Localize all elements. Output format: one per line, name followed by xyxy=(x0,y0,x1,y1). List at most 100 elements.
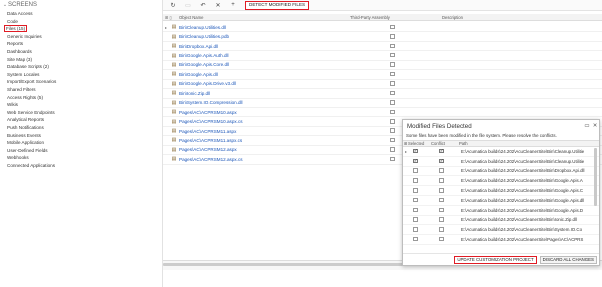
third-party-checkbox[interactable] xyxy=(390,71,395,77)
sidebar-item[interactable]: Web Service Endpoints xyxy=(0,109,162,117)
col-selected[interactable]: Selected xyxy=(408,141,431,146)
object-name-link[interactable]: Bin\System.IO.Compression.dll xyxy=(179,100,350,105)
table-row[interactable]: E:\Acumatica builds\24.202\AcuCleanerSit… xyxy=(403,216,599,226)
table-row[interactable]: ▤ Bin\Google.Apis.Drive.v3.dll xyxy=(163,80,602,90)
third-party-checkbox[interactable] xyxy=(390,100,395,105)
table-row[interactable]: E:\Acumatica builds\24.202\AcuCleanerSit… xyxy=(403,167,599,177)
conflict-checkbox[interactable] xyxy=(439,236,444,242)
sidebar-item[interactable]: Import/Export Scenarios xyxy=(0,78,162,86)
table-row[interactable]: ▤ Bin\Cleanup.Utilities.pdb xyxy=(163,32,602,42)
third-party-checkbox[interactable] xyxy=(390,109,395,115)
maximize-icon[interactable]: ▭ xyxy=(583,123,591,129)
detect-modified-files-button[interactable]: DETECT MODIFIED FILES xyxy=(245,0,310,10)
third-party-checkbox[interactable] xyxy=(390,43,395,49)
table-row[interactable]: ▤ Bin\System.IO.Compression.dll xyxy=(163,99,602,108)
table-row[interactable]: ▤ Bin\Dropbox.Api.dll xyxy=(163,42,602,52)
sidebar-item[interactable]: Files (15) xyxy=(0,25,162,33)
third-party-checkbox[interactable] xyxy=(390,147,395,152)
conflict-checkbox[interactable] xyxy=(439,207,444,213)
sidebar-item[interactable]: Mobile Application xyxy=(0,139,162,147)
sidebar-item[interactable]: Code xyxy=(0,18,162,26)
add-icon[interactable]: + xyxy=(226,1,240,10)
third-party-checkbox[interactable] xyxy=(390,156,395,162)
save-icon[interactable]: ▭ xyxy=(181,1,195,10)
object-name-link[interactable]: Bin\Ionic.Zip.dll xyxy=(179,91,350,96)
selected-checkbox[interactable] xyxy=(413,158,418,163)
refresh-icon[interactable]: ↻ xyxy=(166,1,180,10)
sidebar-item[interactable]: Access Rights (5) xyxy=(0,94,162,102)
sidebar-item[interactable]: System Locales xyxy=(0,71,162,79)
table-row[interactable]: E:\Acumatica builds\24.202\AcuCleanerSit… xyxy=(403,235,599,245)
third-party-checkbox[interactable] xyxy=(390,52,395,58)
third-party-checkbox[interactable] xyxy=(390,24,395,30)
object-name-link[interactable]: Pages\AC\ACPRSM11.aspx.cs xyxy=(179,138,350,143)
object-name-link[interactable]: Bin\Google.Apis.Auth.dll xyxy=(179,53,350,58)
table-row[interactable]: ▤ Bin\Ionic.Zip.dll xyxy=(163,89,602,99)
table-row[interactable]: ▤ Bin\Google.Apis.Core.dll xyxy=(163,61,602,71)
conflict-checkbox[interactable] xyxy=(439,158,444,163)
table-row[interactable]: ▤ Pages\AC\ACPRSM10.aspx xyxy=(163,108,602,118)
sidebar-item[interactable]: Analytical Reports xyxy=(0,116,162,124)
table-row[interactable]: ▤ Bin\Google.Apis.Auth.dll xyxy=(163,51,602,61)
object-name-link[interactable]: Pages\AC\ACPRSM10.aspx.cs xyxy=(179,119,350,124)
table-row[interactable]: E:\Acumatica builds\24.202\AcuCleanerSit… xyxy=(403,206,599,216)
undo-icon[interactable]: ↶ xyxy=(196,1,210,10)
selected-checkbox[interactable] xyxy=(413,197,418,203)
conflict-checkbox[interactable] xyxy=(439,168,444,173)
object-name-link[interactable]: Pages\AC\ACPRSM12.aspx.cs xyxy=(179,157,350,162)
object-name-link[interactable]: Bin\Google.Apis.Core.dll xyxy=(179,62,350,67)
conflict-checkbox[interactable] xyxy=(439,217,444,222)
object-name-link[interactable]: Bin\Cleanup.Utilities.dll xyxy=(179,25,350,30)
sidebar-item[interactable]: Connected Applications xyxy=(0,162,162,170)
sidebar-item[interactable]: Dashboards xyxy=(0,48,162,56)
vertical-scrollbar[interactable] xyxy=(594,148,597,206)
table-row[interactable]: E:\Acumatica builds\24.202\AcuCleanerSit… xyxy=(403,176,599,187)
selected-checkbox[interactable] xyxy=(413,168,418,173)
table-row[interactable]: ▤ Bin\Google.Apis.dll xyxy=(163,70,602,80)
third-party-checkbox[interactable] xyxy=(390,128,395,133)
conflict-checkbox[interactable] xyxy=(439,188,444,193)
col-description[interactable]: Description xyxy=(442,15,602,20)
third-party-checkbox[interactable] xyxy=(390,119,395,124)
selected-checkbox[interactable] xyxy=(413,217,418,222)
selected-checkbox[interactable] xyxy=(413,148,418,153)
selected-checkbox[interactable] xyxy=(413,236,418,242)
sidebar-item[interactable]: Reports xyxy=(0,40,162,48)
third-party-checkbox[interactable] xyxy=(390,90,395,96)
conflict-checkbox[interactable] xyxy=(439,178,444,183)
sidebar-item[interactable]: Wikis xyxy=(0,101,162,109)
sidebar-item[interactable]: Data Access xyxy=(0,10,162,18)
sidebar-item[interactable]: Database Scripts (2) xyxy=(0,63,162,71)
table-row[interactable]: ▸ ▤ Bin\Cleanup.Utilities.dll xyxy=(163,23,602,33)
third-party-checkbox[interactable] xyxy=(390,81,395,86)
conflict-checkbox[interactable] xyxy=(439,148,444,153)
horizontal-scrollbar[interactable] xyxy=(163,263,403,266)
selected-checkbox[interactable] xyxy=(413,178,418,183)
third-party-checkbox[interactable] xyxy=(390,34,395,39)
sidebar-item[interactable]: Webhooks xyxy=(0,154,162,162)
close-icon[interactable]: ✕ xyxy=(211,1,225,10)
sidebar-item[interactable]: Shared Filters xyxy=(0,86,162,94)
selected-checkbox[interactable] xyxy=(413,188,418,193)
conflict-checkbox[interactable] xyxy=(439,227,444,232)
sidebar-item[interactable]: User-Defined Fields xyxy=(0,147,162,155)
object-name-link[interactable]: Pages\AC\ACPRSM10.aspx xyxy=(179,110,350,115)
update-customization-project-button[interactable]: UPDATE CUSTOMIZATION PROJECT xyxy=(454,255,537,264)
screens-header[interactable]: ⌄ SCREENS xyxy=(0,0,162,10)
col-third-party[interactable]: Third-Party Assembly xyxy=(350,15,442,20)
sidebar-item[interactable]: Generic Inquiries xyxy=(0,33,162,41)
col-object-name[interactable]: Object Name xyxy=(179,15,350,20)
sidebar-item[interactable]: Business Events xyxy=(0,132,162,140)
discard-all-changes-button[interactable]: DISCARD ALL CHANGES xyxy=(539,255,597,264)
object-name-link[interactable]: Bin\Google.Apis.dll xyxy=(179,72,350,77)
third-party-checkbox[interactable] xyxy=(390,137,395,143)
third-party-checkbox[interactable] xyxy=(390,62,395,67)
grid-settings-icon[interactable]: ⊞ ▯ xyxy=(163,15,179,20)
object-name-link[interactable]: Pages\AC\ACPRSM11.aspx xyxy=(179,129,350,134)
object-name-link[interactable]: Bin\Dropbox.Api.dll xyxy=(179,44,350,49)
conflict-checkbox[interactable] xyxy=(439,197,444,203)
table-row[interactable]: E:\Acumatica builds\24.202\AcuCleanerSit… xyxy=(403,225,599,236)
selected-checkbox[interactable] xyxy=(413,207,418,213)
col-path[interactable]: Path xyxy=(459,141,599,146)
close-icon[interactable]: ✕ xyxy=(591,123,599,129)
